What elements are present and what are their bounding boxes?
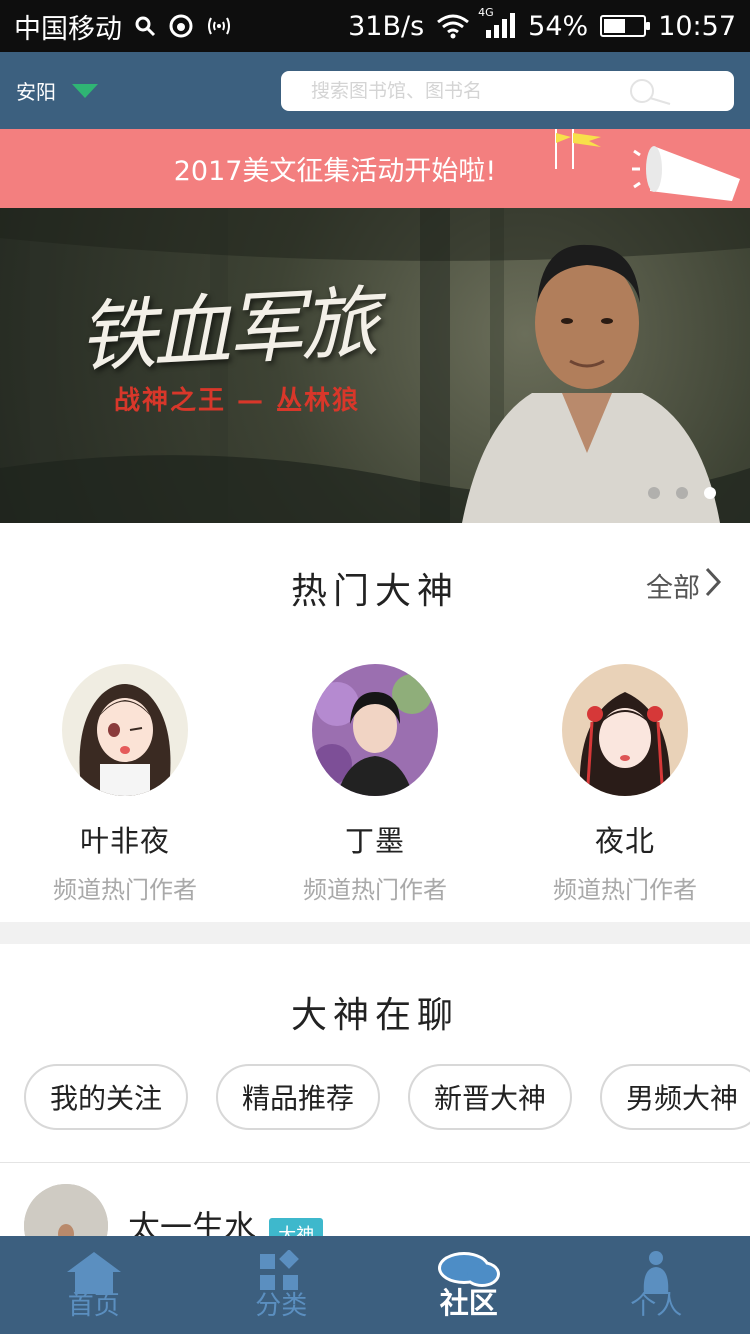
- status-bar: 中国移动 31B/s 4G 54% 10:57: [0, 0, 750, 52]
- chat-tab[interactable]: 我的关注: [24, 1064, 189, 1130]
- carousel-dot[interactable]: [648, 487, 660, 499]
- view-all-link[interactable]: 全部: [646, 566, 722, 605]
- hot-authors-title: 热门大神: [290, 571, 459, 612]
- author-name: 叶非夜: [79, 824, 170, 858]
- city-label: 安阳: [16, 80, 56, 104]
- tab-home[interactable]: 首页: [0, 1236, 188, 1334]
- avatar: [312, 664, 438, 796]
- carousel-title: 铁血军旅: [76, 278, 377, 384]
- section-divider: [0, 922, 750, 944]
- top-header: 安阳: [0, 52, 750, 129]
- search-box[interactable]: [281, 70, 734, 111]
- net-speed: 31B/s: [348, 10, 425, 42]
- author-card[interactable]: 叶非夜 频道热门作者: [0, 664, 250, 905]
- carousel-subtitle: 战神之王 — 丛林狼: [114, 386, 361, 416]
- author-card[interactable]: 夜北 频道热门作者: [500, 664, 750, 905]
- author-role: 频道热门作者: [303, 876, 447, 904]
- megaphone-icon: [632, 139, 742, 208]
- author-name: 丁墨: [344, 824, 405, 858]
- author-photo: [462, 244, 720, 523]
- city-selector[interactable]: 安阳: [16, 76, 98, 105]
- view-all-label: 全部: [646, 573, 700, 604]
- carousel-dot[interactable]: [676, 487, 688, 499]
- hot-authors-list: 叶非夜 频道热门作者 丁墨 频道热门作者 夜北 频道热门作者: [0, 664, 750, 905]
- chevron-right-icon: [704, 566, 722, 605]
- home-icon: [65, 1250, 123, 1301]
- author-name: 夜北: [594, 824, 655, 858]
- author-role: 频道热门作者: [553, 876, 697, 904]
- promo-banner[interactable]: 2017美文征集活动开始啦!: [0, 129, 750, 208]
- flag-icon: [553, 129, 605, 178]
- featured-carousel[interactable]: 铁血军旅 战神之王 — 丛林狼: [0, 208, 750, 523]
- carrier-label: 中国移动: [14, 13, 122, 45]
- chat-tab[interactable]: 男频大神: [600, 1064, 750, 1130]
- clock: 10:57: [658, 10, 736, 42]
- carousel-dot-active[interactable]: [704, 487, 716, 499]
- chat-tab[interactable]: 精品推荐: [216, 1064, 381, 1130]
- wifi-icon: [436, 13, 470, 39]
- battery-percent: 54%: [528, 10, 589, 42]
- bottom-tab-bar: 首页 分类 社区 个人: [0, 1236, 750, 1334]
- tab-category[interactable]: 分类: [188, 1236, 376, 1334]
- tab-profile[interactable]: 个人: [563, 1236, 750, 1334]
- category-icon: [258, 1249, 304, 1299]
- promo-text: 2017美文征集活动开始啦!: [173, 156, 497, 187]
- tab-community[interactable]: 社区: [375, 1236, 563, 1334]
- search-icon[interactable]: [626, 77, 676, 111]
- list-divider: [0, 1162, 750, 1163]
- community-icon: [436, 1250, 502, 1297]
- signal-type-label: 4G: [478, 6, 494, 19]
- search-icon: [134, 15, 156, 37]
- battery-icon: [600, 15, 651, 37]
- avatar: [62, 664, 188, 796]
- author-role: 频道热门作者: [53, 876, 197, 904]
- person-icon: [640, 1250, 672, 1301]
- chat-section-title: 大神在聊: [290, 995, 459, 1036]
- chat-tab[interactable]: 新晋大神: [408, 1064, 573, 1130]
- cell-signal-icon: 4G: [478, 6, 516, 40]
- hotspot-icon: [206, 14, 232, 38]
- carousel-indicator: [648, 487, 716, 499]
- author-card[interactable]: 丁墨 频道热门作者: [250, 664, 500, 905]
- netease-icon: [168, 13, 194, 39]
- avatar: [562, 664, 688, 796]
- dropdown-triangle-icon: [72, 83, 98, 98]
- chat-filter-tabs: 我的关注 精品推荐 新晋大神 男频大神: [24, 1064, 750, 1130]
